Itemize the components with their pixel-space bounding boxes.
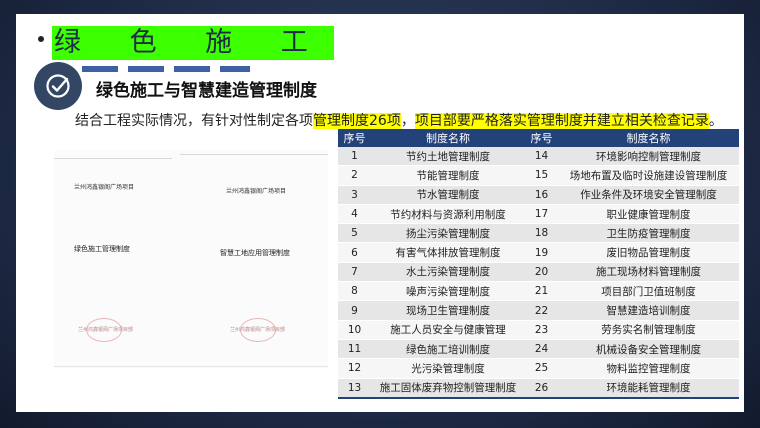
- checkmark-icon: [34, 62, 82, 110]
- table-cell: 节约土地管理制度: [371, 147, 525, 167]
- table-cell: 9: [338, 300, 371, 321]
- table-row: 1 节约土地管理制度 14 环境影响控制管理制度: [338, 147, 739, 167]
- table-cell: 噪声污染管理制度: [371, 281, 525, 302]
- table-cell: 场地布置及临时设施建设管理制度: [558, 165, 739, 186]
- table-cell: 现场卫生管理制度: [371, 300, 525, 321]
- table-cell: 16: [525, 185, 558, 205]
- underline-dash: [82, 66, 118, 72]
- table-cell: 节约材料与资源利用制度: [371, 204, 525, 225]
- seal-text: 兰州鸿鑫银阁广场项目部: [230, 327, 286, 333]
- table-cell: 项目部门卫值班制度: [558, 281, 739, 302]
- table-cell: 物料监控管理制度: [558, 358, 739, 379]
- table-cell: 节水管理制度: [371, 185, 525, 205]
- table-cell: 施工固体废弃物控制管理制度: [371, 378, 525, 399]
- page-title: 绿 色 施 工: [52, 26, 334, 60]
- table-row: 9 现场卫生管理制度 22 智慧建造培训制度: [338, 300, 739, 321]
- bullet-dot-icon: [38, 36, 44, 42]
- table-cell: 职业健康管理制度: [558, 204, 739, 225]
- table-cell: 24: [525, 339, 558, 360]
- table-row: 10 施工人员安全与健康管理 23 劳务实名制管理制度: [338, 320, 739, 340]
- table-cell: 有害气体排放管理制度: [371, 242, 525, 263]
- table-cell: 卫生防疫管理制度: [558, 223, 739, 244]
- table-cell: 15: [525, 165, 558, 186]
- table-row: 4 节约材料与资源利用制度 17 职业健康管理制度: [338, 204, 739, 225]
- table-cell: 21: [525, 281, 558, 302]
- column-header: 制度名称: [371, 129, 525, 147]
- column-header: 序号: [525, 129, 558, 147]
- table-cell: 12: [338, 358, 371, 379]
- document-rule: [54, 158, 172, 159]
- title-underline-dashes: [82, 66, 252, 72]
- document-rule: [54, 366, 328, 367]
- table-cell: 25: [525, 358, 558, 379]
- table-cell: 环境能耗管理制度: [558, 378, 739, 399]
- table-row: 7 水土污染管理制度 20 施工现场材料管理制度: [338, 262, 739, 283]
- table-cell: 机械设备安全管理制度: [558, 339, 739, 360]
- document-header: 兰州鸿鑫银阁广场项目: [74, 184, 135, 191]
- table-cell: 8: [338, 281, 371, 302]
- document-header: 兰州鸿鑫银阁广场项目: [226, 188, 287, 195]
- underline-dash: [220, 66, 250, 72]
- table-cell: 作业条件及环境安全管理制度: [558, 185, 739, 205]
- table-cell: 绿色施工培训制度: [371, 339, 525, 360]
- table-cell: 7: [338, 262, 371, 283]
- table-row: 2 节能管理制度 15 场地布置及临时设施建设管理制度: [338, 165, 739, 186]
- table-row: 11 绿色施工培训制度 24 机械设备安全管理制度: [338, 339, 739, 360]
- table-cell: 5: [338, 223, 371, 244]
- table-cell: 环境影响控制管理制度: [558, 147, 739, 167]
- table-cell: 劳务实名制管理制度: [558, 320, 739, 340]
- document-title: 绿色施工管理制度: [74, 245, 130, 253]
- table-cell: 3: [338, 185, 371, 205]
- document-rule: [180, 154, 328, 155]
- document-images: 兰州鸿鑫银阁广场项目 兰州鸿鑫银阁广场项目 绿色施工管理制度 智慧工地应用管理制…: [54, 150, 328, 368]
- table-cell: 17: [525, 204, 558, 225]
- column-header: 序号: [338, 129, 371, 147]
- statement-prefix: 结合工程实际情况，有针对性制定各项: [75, 113, 313, 129]
- table-row: 12 光污染管理制度 25 物料监控管理制度: [338, 358, 739, 379]
- table-cell: 20: [525, 262, 558, 283]
- underline-dash: [174, 66, 210, 72]
- regulations-table: 序号 制度名称 序号 制度名称 1 节约土地管理制度 14 环境影响控制管理制度 2节…: [338, 129, 739, 399]
- underline-dash: [128, 66, 164, 72]
- table-cell: 22: [525, 300, 558, 321]
- table-cell: 2: [338, 165, 371, 186]
- table-cell: 11: [338, 339, 371, 360]
- table-cell: 水土污染管理制度: [371, 262, 525, 283]
- table-cell: 施工人员安全与健康管理: [371, 320, 525, 340]
- seal-text: 兰州鸿鑫银阁广场项目部: [78, 327, 134, 333]
- table-cell: 6: [338, 242, 371, 263]
- table-cell: 扬尘污染管理制度: [371, 223, 525, 244]
- statement-highlight-requirement: 项目部要严格落实管理制度并建立相关检查记录: [414, 113, 709, 129]
- table-cell: 26: [525, 378, 558, 399]
- section-subtitle: 绿色施工与智慧建造管理制度: [96, 81, 317, 101]
- table-row: 8 噪声污染管理制度 21 项目部门卫值班制度: [338, 281, 739, 302]
- table-cell: 18: [525, 223, 558, 244]
- table-row: 6 有害气体排放管理制度 19 废旧物品管理制度: [338, 242, 739, 263]
- statement-suffix: 。: [708, 113, 723, 129]
- table-cell: 10: [338, 320, 371, 340]
- table-cell: 节能管理制度: [371, 165, 525, 186]
- table-cell: 施工现场材料管理制度: [558, 262, 739, 283]
- statement-highlight-count: 管理制度26项: [313, 113, 401, 129]
- table-cell: 19: [525, 242, 558, 263]
- table-cell: 4: [338, 204, 371, 225]
- table-cell: 废旧物品管理制度: [558, 242, 739, 263]
- table-row: 13 施工固体废弃物控制管理制度 26 环境能耗管理制度: [338, 378, 739, 399]
- table-header-row: 序号 制度名称 序号 制度名称: [338, 129, 739, 147]
- statement-text: 结合工程实际情况，有针对性制定各项管理制度26项，项目部要严格落实管理制度并建立…: [75, 110, 723, 130]
- table-row: 3 节水管理制度 16 作业条件及环境安全管理制度: [338, 185, 739, 205]
- table-cell: 14: [525, 147, 558, 167]
- table-cell: 光污染管理制度: [371, 358, 525, 379]
- column-header: 制度名称: [558, 129, 739, 147]
- statement-mid: ，: [400, 113, 415, 129]
- table-cell: 13: [338, 378, 371, 399]
- table-cell: 23: [525, 320, 558, 340]
- document-title: 智慧工地应用管理制度: [220, 249, 290, 257]
- table-row: 5 扬尘污染管理制度 18 卫生防疫管理制度: [338, 223, 739, 244]
- table-cell: 1: [338, 147, 371, 167]
- table-cell: 智慧建造培训制度: [558, 300, 739, 321]
